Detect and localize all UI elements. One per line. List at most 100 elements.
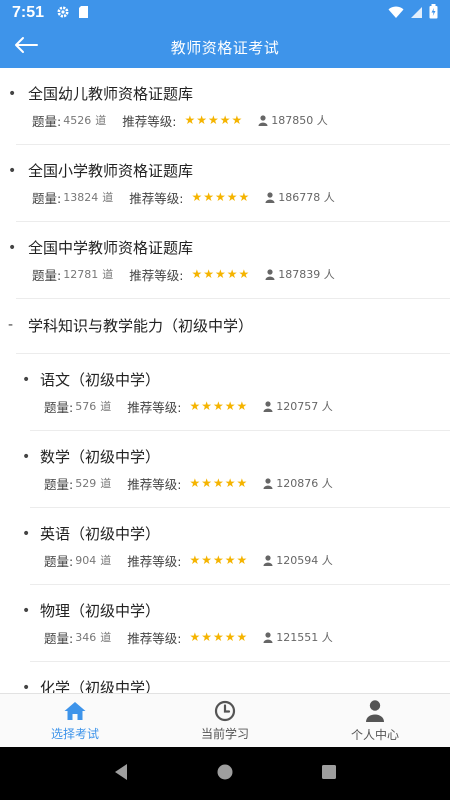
person-icon bbox=[258, 114, 268, 126]
star-icon: ★ bbox=[226, 267, 238, 281]
tab-label: 选择考试 bbox=[50, 726, 99, 741]
people-unit: 人 bbox=[321, 400, 333, 413]
rating-label: 推荐等级: bbox=[122, 113, 177, 129]
bullet: • bbox=[22, 526, 31, 542]
user-count-value: 120876 bbox=[276, 476, 319, 490]
page-title: 教师资格证考试 bbox=[170, 38, 280, 57]
collapse-marker: - bbox=[8, 317, 14, 333]
bullet: • bbox=[22, 680, 31, 693]
back-button[interactable] bbox=[12, 34, 40, 60]
star-icon: ★ bbox=[226, 190, 238, 204]
star-icon: ★ bbox=[189, 630, 201, 644]
star-icon: ★ bbox=[238, 190, 250, 204]
person-icon bbox=[263, 477, 273, 489]
rating-label: 推荐等级: bbox=[127, 553, 182, 569]
signal-icon bbox=[410, 4, 423, 23]
count-label: 题量: bbox=[32, 267, 62, 283]
star-icon: ★ bbox=[191, 267, 203, 281]
category-header[interactable]: - 学科知识与教学能力（初级中学） bbox=[8, 299, 450, 354]
star-icon: ★ bbox=[224, 399, 236, 413]
user-count: 120594 人 bbox=[263, 552, 333, 568]
user-count-value: 121551 bbox=[276, 630, 319, 644]
wifi-icon bbox=[388, 4, 404, 23]
subject-item-english[interactable]: • 英语（初级中学） 题量: 904 道 推荐等级: ★ ★ ★ ★ ★ 120594 … bbox=[22, 508, 450, 585]
subject-item-chinese[interactable]: • 语文（初级中学） 题量: 576 道 推荐等级: ★ ★ ★ ★ ★ 120757 … bbox=[22, 354, 450, 431]
subject-item-math[interactable]: • 数学（初级中学） 题量: 529 道 推荐等级: ★ ★ ★ ★ ★ 120876 … bbox=[22, 431, 450, 508]
subject-item-physics[interactable]: • 物理（初级中学） 题量: 346 道 推荐等级: ★ ★ ★ ★ ★ 121551 … bbox=[22, 585, 450, 662]
rating-stars: ★ ★ ★ ★ ★ bbox=[189, 631, 247, 643]
rating-stars: ★ ★ ★ ★ ★ bbox=[191, 191, 249, 203]
subject-title: 数学（初级中学） bbox=[40, 448, 161, 466]
subject-meta: 题量: 529 道 推荐等级: ★ ★ ★ ★ ★ 120876 人 bbox=[40, 474, 450, 492]
exam-item-kindergarten[interactable]: • 全国幼儿教师资格证题库 题量: 4526 道 推荐等级: ★ ★ ★ ★ ★ 187… bbox=[8, 68, 450, 145]
rating-label: 推荐等级: bbox=[129, 190, 184, 206]
star-icon: ★ bbox=[212, 399, 224, 413]
user-count: 120876 人 bbox=[263, 475, 333, 491]
count-unit: 道 bbox=[100, 400, 112, 413]
status-bar: 7:51 bbox=[0, 0, 450, 26]
user-count: 120757 人 bbox=[263, 398, 333, 414]
rating-label: 推荐等级: bbox=[127, 476, 182, 492]
count-unit: 道 bbox=[102, 268, 114, 281]
clock-icon bbox=[214, 700, 236, 721]
star-icon: ★ bbox=[201, 553, 212, 567]
count-label: 题量: bbox=[44, 630, 74, 646]
exam-item-middle[interactable]: • 全国中学教师资格证题库 题量: 12781 道 推荐等级: ★ ★ ★ ★ ★ 18… bbox=[8, 222, 450, 299]
star-icon: ★ bbox=[201, 476, 212, 490]
subject-title: 物理（初级中学） bbox=[40, 602, 161, 620]
subject-title: 英语（初级中学） bbox=[40, 525, 161, 543]
tab-label: 个人中心 bbox=[350, 727, 399, 742]
count-unit: 道 bbox=[100, 477, 112, 490]
exam-item-primary[interactable]: • 全国小学教师资格证题库 题量: 13824 道 推荐等级: ★ ★ ★ ★ ★ 18… bbox=[8, 145, 450, 222]
count-unit: 道 bbox=[100, 554, 112, 567]
exam-title: 全国小学教师资格证题库 bbox=[28, 162, 194, 180]
category-title: 学科知识与教学能力（初级中学） bbox=[28, 317, 254, 335]
star-icon: ★ bbox=[203, 190, 214, 204]
home-circle-icon[interactable] bbox=[216, 763, 234, 785]
user-count-value: 120757 bbox=[276, 399, 319, 413]
star-icon: ★ bbox=[207, 113, 219, 127]
user-count: 186778 人 bbox=[265, 189, 335, 205]
home-icon bbox=[64, 701, 86, 720]
rating-label: 推荐等级: bbox=[129, 267, 184, 283]
count-value: 4526 bbox=[63, 113, 92, 127]
star-icon: ★ bbox=[191, 190, 203, 204]
star-icon: ★ bbox=[219, 113, 231, 127]
subject-meta: 题量: 346 道 推荐等级: ★ ★ ★ ★ ★ 121551 人 bbox=[40, 628, 450, 646]
exam-title: 全国中学教师资格证题库 bbox=[28, 239, 194, 257]
arrow-left-icon bbox=[13, 36, 39, 58]
rating-stars: ★ ★ ★ ★ ★ bbox=[191, 268, 249, 280]
bullet: • bbox=[8, 163, 17, 179]
rating-stars: ★ ★ ★ ★ ★ bbox=[189, 554, 247, 566]
back-triangle-icon[interactable] bbox=[113, 763, 129, 785]
count-unit: 道 bbox=[95, 114, 107, 127]
count-value: 12781 bbox=[63, 267, 99, 281]
star-icon: ★ bbox=[238, 267, 250, 281]
bullet: • bbox=[22, 603, 31, 619]
rating-stars: ★ ★ ★ ★ ★ bbox=[189, 477, 247, 489]
star-icon: ★ bbox=[236, 553, 248, 567]
rating-stars: ★ ★ ★ ★ ★ bbox=[189, 400, 247, 412]
person-icon bbox=[265, 268, 275, 280]
star-icon: ★ bbox=[189, 553, 201, 567]
person-icon bbox=[366, 699, 384, 722]
recents-square-icon[interactable] bbox=[321, 764, 337, 784]
count-label: 题量: bbox=[32, 113, 62, 129]
count-label: 题量: bbox=[44, 476, 74, 492]
tab-select-exam[interactable]: 选择考试 bbox=[0, 694, 150, 747]
star-icon: ★ bbox=[236, 399, 248, 413]
star-icon: ★ bbox=[224, 553, 236, 567]
user-count: 187850 人 bbox=[258, 112, 328, 128]
bullet: • bbox=[22, 449, 31, 465]
subject-item-chemistry[interactable]: • 化学（初级中学） bbox=[22, 662, 450, 693]
people-unit: 人 bbox=[323, 268, 335, 281]
tab-profile[interactable]: 个人中心 bbox=[300, 694, 450, 747]
person-icon bbox=[263, 554, 273, 566]
star-icon: ★ bbox=[189, 399, 201, 413]
sd-card-icon bbox=[78, 4, 89, 23]
rating-label: 推荐等级: bbox=[127, 399, 182, 415]
user-count: 121551 人 bbox=[263, 629, 333, 645]
exam-meta: 题量: 13824 道 推荐等级: ★ ★ ★ ★ ★ 186778 人 bbox=[28, 188, 450, 206]
bullet: • bbox=[8, 86, 17, 102]
tab-current-study[interactable]: 当前学习 bbox=[150, 694, 300, 747]
